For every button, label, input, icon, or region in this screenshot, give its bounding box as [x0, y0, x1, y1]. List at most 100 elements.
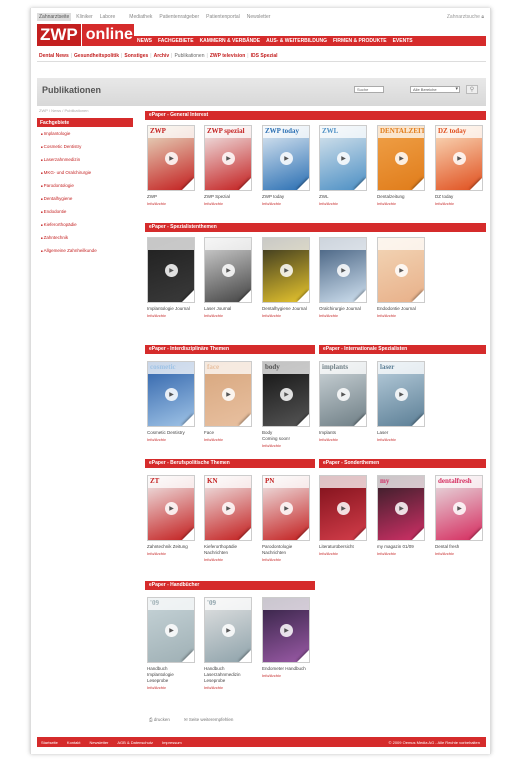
magazine-cover[interactable]: ZWP spezial ▶ [204, 125, 252, 191]
play-icon[interactable]: ▶ [165, 502, 178, 515]
info-archive-link[interactable]: Info/Archiv [204, 313, 252, 318]
nav-news[interactable]: NEWS [137, 38, 152, 44]
magazine-cover[interactable]: ▶ [262, 597, 310, 663]
info-archive-link[interactable]: Info/Archiv [377, 437, 425, 442]
magazine-cover[interactable]: PN ▶ [262, 475, 310, 541]
play-icon[interactable]: ▶ [395, 388, 408, 401]
subnav-sonstiges[interactable]: Sonstiges [124, 53, 148, 59]
sidebar-item[interactable]: Dentalhygiene [37, 192, 133, 205]
magazine-cover[interactable]: ZWP ▶ [147, 125, 195, 191]
sidebar-item[interactable]: Parodontologie [37, 179, 133, 192]
magazine-cover[interactable]: ▶ [204, 237, 252, 303]
info-archive-link[interactable]: Info/Archiv [204, 201, 252, 206]
play-icon[interactable]: ▶ [222, 264, 235, 277]
footer-link[interactable]: AGB & Datenschutz [117, 740, 153, 745]
play-icon[interactable]: ▶ [280, 624, 293, 637]
subnav-archiv[interactable]: Archiv [154, 53, 170, 59]
footer-link[interactable]: Impressum [162, 740, 182, 745]
nav-fachgebiete[interactable]: FACHGEBIETE [158, 38, 194, 44]
magazine-cover[interactable]: '09 ▶ [147, 597, 195, 663]
info-archive-link[interactable]: Info/Archiv [147, 685, 195, 690]
info-archive-link[interactable]: Info/Archiv [377, 313, 425, 318]
sidebar-item[interactable]: Endodontie [37, 205, 133, 218]
topbar-link[interactable]: Labore [98, 13, 118, 21]
magazine-cover[interactable]: ZT ▶ [147, 475, 195, 541]
magazine-cover[interactable]: face ▶ [204, 361, 252, 427]
magazine-cover[interactable]: laser ▶ [377, 361, 425, 427]
info-archive-link[interactable]: Info/Archiv [262, 443, 310, 448]
magazine-cover[interactable]: my ▶ [377, 475, 425, 541]
info-archive-link[interactable]: Info/Archiv [147, 201, 195, 206]
play-icon[interactable]: ▶ [165, 388, 178, 401]
magazine-cover[interactable]: body ▶ [262, 361, 310, 427]
sidebar-item[interactable]: Implantologie [37, 127, 133, 140]
magazine-cover[interactable]: ▶ [147, 237, 195, 303]
subnav-television[interactable]: ZWP television [210, 53, 245, 59]
play-icon[interactable]: ▶ [337, 502, 350, 515]
info-archive-link[interactable]: Info/Archiv [147, 551, 195, 556]
footer-link[interactable]: Newsletter [89, 740, 108, 745]
info-archive-link[interactable]: Info/Archiv [319, 201, 367, 206]
info-archive-link[interactable]: Info/Archiv [204, 557, 252, 562]
play-icon[interactable]: ▶ [222, 388, 235, 401]
play-icon[interactable]: ▶ [280, 388, 293, 401]
site-logo[interactable]: ZWP online [37, 24, 134, 46]
nav-firmen[interactable]: FIRMEN & PRODUKTE [333, 38, 387, 44]
nav-events[interactable]: EVENTS [393, 38, 413, 44]
play-icon[interactable]: ▶ [337, 152, 350, 165]
topbar-link[interactable]: Newsletter [245, 13, 273, 21]
play-icon[interactable]: ▶ [280, 264, 293, 277]
footer-link[interactable]: Startseite [41, 740, 58, 745]
magazine-cover[interactable]: cosmetic ▶ [147, 361, 195, 427]
info-archive-link[interactable]: Info/Archiv [262, 557, 310, 562]
magazine-cover[interactable]: ▶ [262, 237, 310, 303]
print-link[interactable]: ⎙ drucken [149, 717, 170, 723]
info-archive-link[interactable]: Info/Archiv [147, 437, 195, 442]
topbar-link[interactable]: Kliniker [74, 13, 94, 21]
info-archive-link[interactable]: Info/Archiv [262, 201, 310, 206]
info-archive-link[interactable]: Info/Archiv [262, 313, 310, 318]
play-icon[interactable]: ▶ [165, 264, 178, 277]
nav-kammern[interactable]: KAMMERN & VERBÄNDE [200, 38, 261, 44]
topbar-link[interactable]: Zahnarztseite [37, 13, 72, 21]
info-archive-link[interactable]: Info/Archiv [204, 685, 252, 690]
info-archive-link[interactable]: Info/Archiv [435, 551, 483, 556]
subnav-dental-news[interactable]: Dental News [39, 53, 69, 59]
play-icon[interactable]: ▶ [165, 624, 178, 637]
topbar-link[interactable]: Mediathek [127, 13, 154, 21]
play-icon[interactable]: ▶ [222, 152, 235, 165]
recommend-link[interactable]: ✉ Seite weiterempfehlen [184, 717, 234, 723]
play-icon[interactable]: ▶ [453, 152, 466, 165]
play-icon[interactable]: ▶ [395, 502, 408, 515]
info-archive-link[interactable]: Info/Archiv [319, 437, 367, 442]
magazine-cover[interactable]: implants ▶ [319, 361, 367, 427]
play-icon[interactable]: ▶ [165, 152, 178, 165]
sidebar-item[interactable]: MKG- und Oralchirurgie [37, 166, 133, 179]
play-icon[interactable]: ▶ [453, 502, 466, 515]
magazine-cover[interactable]: dentalfresh ▶ [435, 475, 483, 541]
area-select[interactable]: Alle Bereiche [410, 86, 460, 93]
magazine-cover[interactable]: ZWP today ▶ [262, 125, 310, 191]
magazine-cover[interactable]: ▶ [377, 237, 425, 303]
play-icon[interactable]: ▶ [395, 152, 408, 165]
info-archive-link[interactable]: Info/Archiv [147, 313, 195, 318]
topbar-link[interactable]: Patientenportal [204, 13, 242, 21]
dentist-search-link[interactable]: Zahnarztsuche [447, 14, 480, 20]
play-icon[interactable]: ▶ [280, 502, 293, 515]
play-icon[interactable]: ▶ [395, 264, 408, 277]
play-icon[interactable]: ▶ [337, 388, 350, 401]
magazine-cover[interactable]: KN ▶ [204, 475, 252, 541]
sidebar-item[interactable]: Laserzahnmedizin [37, 153, 133, 166]
info-archive-link[interactable]: Info/Archiv [204, 437, 252, 442]
info-archive-link[interactable]: Info/Archiv [377, 201, 425, 206]
sidebar-item[interactable]: Zahntechnik [37, 231, 133, 244]
magazine-cover[interactable]: ZWL ▶ [319, 125, 367, 191]
info-archive-link[interactable]: Info/Archiv [435, 201, 483, 206]
info-archive-link[interactable]: Info/Archiv [262, 673, 310, 678]
magazine-cover[interactable]: '09 ▶ [204, 597, 252, 663]
magazine-cover[interactable]: DZ today ▶ [435, 125, 483, 191]
sidebar-item[interactable]: Cosmetic Dentistry [37, 140, 133, 153]
magazine-cover[interactable]: ▶ [319, 237, 367, 303]
play-icon[interactable]: ▶ [337, 264, 350, 277]
footer-link[interactable]: Kontakt [67, 740, 81, 745]
